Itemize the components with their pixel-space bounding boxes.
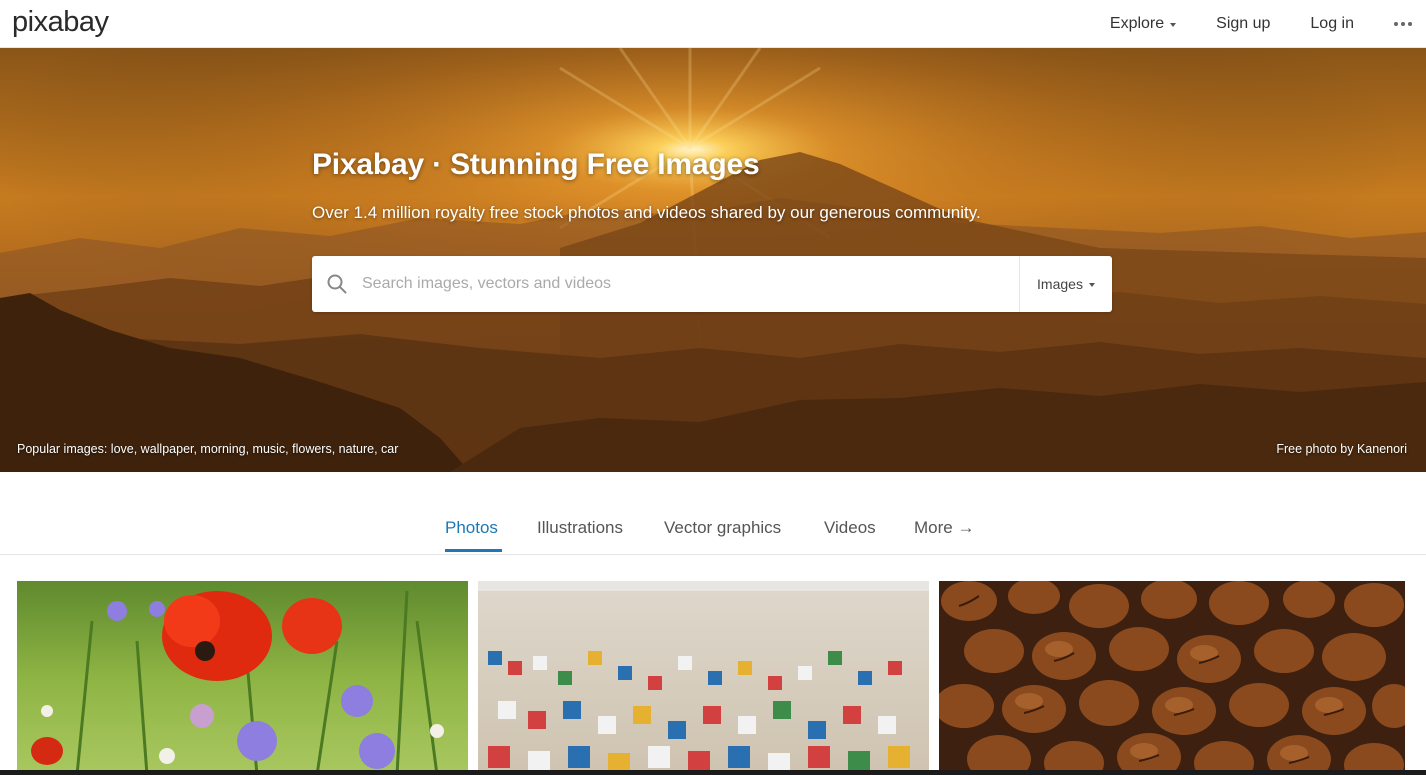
photo-credit-link[interactable]: Free photo by Kanenori [1276,442,1407,456]
top-navbar: pixabay Explore Sign up Log in [0,0,1426,48]
bottom-edge [0,770,1426,775]
active-tab-indicator [445,549,502,552]
pixabay-logo[interactable]: pixabay [12,5,124,41]
media-type-tabs: Photos Illustrations Vector graphics Vid… [0,472,1426,555]
tab-vector-graphics[interactable]: Vector graphics [664,518,781,538]
popular-images-links[interactable]: Popular images: love, wallpaper, morning… [17,442,398,456]
signup-link[interactable]: Sign up [1196,15,1290,33]
explore-menu[interactable]: Explore [1090,15,1196,33]
signup-label: Sign up [1216,15,1271,32]
tab-photos[interactable]: Photos [445,518,498,538]
login-link[interactable]: Log in [1290,15,1374,33]
logo-text: pixabay [12,6,109,38]
thumbnail-beach[interactable] [478,581,929,775]
header-nav: Explore Sign up Log in [1090,0,1426,48]
tab-illustrations[interactable]: Illustrations [537,518,623,538]
tab-videos[interactable]: Videos [824,518,876,538]
search-icon[interactable] [312,256,362,312]
hero-subtitle: Over 1.4 million royalty free stock phot… [312,203,981,222]
caret-down-icon [1088,283,1095,287]
hero-banner: Pixabay · Stunning Free Images Over 1.4 … [0,48,1426,472]
search-bar: Images [312,256,1112,312]
search-input[interactable] [362,256,1019,312]
more-dots-icon[interactable] [1374,22,1426,26]
tab-more[interactable]: More → [914,518,974,538]
search-type-dropdown[interactable]: Images [1019,256,1112,312]
explore-label: Explore [1109,15,1165,32]
hero-title: Pixabay · Stunning Free Images [312,148,760,181]
thumbnail-coffee-beans[interactable] [939,581,1405,775]
search-type-label: Images [1037,276,1083,292]
thumbnail-flowers[interactable] [17,581,468,775]
login-label: Log in [1310,15,1354,32]
caret-down-icon [1170,23,1177,27]
